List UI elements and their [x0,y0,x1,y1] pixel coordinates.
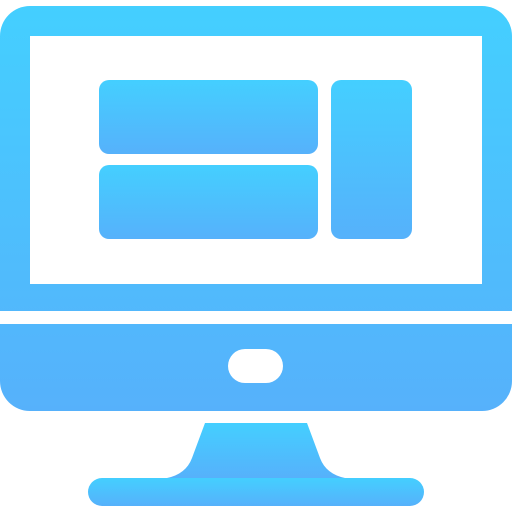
dashboard-panel-right [331,80,412,239]
desktop-computer-icon-container [0,0,512,512]
monitor-stand-base [88,478,424,506]
monitor-stand-neck [167,423,345,478]
dashboard-panel-top-left [99,80,318,154]
monitor-screen [30,36,482,284]
dashboard-panel-bottom-left [99,165,318,239]
monitor-chin-divider [0,311,512,324]
power-button-icon [228,349,283,383]
desktop-computer-icon [0,6,512,506]
